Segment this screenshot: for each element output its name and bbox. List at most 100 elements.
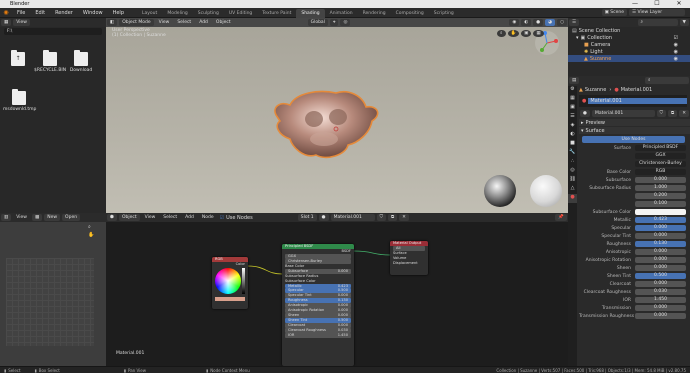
bsdf-input-row[interactable]: GGX <box>285 253 351 259</box>
particles-tab-icon[interactable]: ∴ <box>568 158 577 167</box>
property-field[interactable]: RGB <box>635 168 686 176</box>
outliner-row[interactable]: ■ Camera ◉ <box>568 41 690 48</box>
value-slider[interactable] <box>242 268 245 294</box>
properties-editor-type[interactable]: ▤ <box>569 77 580 84</box>
tab-modeling[interactable]: Modeling <box>162 9 192 18</box>
property-field[interactable]: 0.423 <box>635 216 686 224</box>
property-field[interactable]: 0.200 <box>635 192 686 200</box>
bsdf-input-row[interactable]: Specular Tint 0.000 <box>285 293 351 299</box>
object-mode-dropdown[interactable]: Object Mode <box>119 19 154 26</box>
bsdf-input-row[interactable]: IOR 1.450 <box>285 333 351 338</box>
menu-file[interactable]: File <box>12 8 30 18</box>
eye-icon[interactable]: ◉ <box>674 56 678 62</box>
viewport-canvas[interactable]: User Perspective (1) Collection | Suzann… <box>106 27 568 213</box>
image-browse-icon[interactable]: ▩ <box>31 214 43 221</box>
tab-texture-paint[interactable]: Texture Paint <box>257 9 296 18</box>
maximize-button[interactable]: ☐ <box>646 0 668 8</box>
material-name-field[interactable]: Material.001 <box>591 109 655 117</box>
path-field[interactable]: F:\ <box>4 27 102 35</box>
outliner-row[interactable]: ✺ Light ◉ <box>568 48 690 55</box>
tab-rendering[interactable]: Rendering <box>358 9 391 18</box>
viewport-menu-object[interactable]: Object <box>213 19 234 26</box>
duplicate-icon[interactable]: ⧉ <box>668 109 678 117</box>
view-layer-selector[interactable]: ☰ View Layer <box>629 9 685 16</box>
tab-scripting[interactable]: Scripting <box>429 9 459 18</box>
file-view-menu[interactable]: View <box>13 19 30 26</box>
property-field[interactable]: 0.100 <box>635 200 686 208</box>
property-field[interactable]: 0.000 <box>635 280 686 288</box>
image-zoom-icon[interactable]: ⌕ <box>88 224 91 230</box>
outliner-row[interactable]: ▾ ▣ Collection ☑ <box>568 34 690 41</box>
menu-render[interactable]: Render <box>50 8 78 18</box>
color-swatch[interactable] <box>215 296 245 301</box>
bsdf-input-row[interactable]: Subsurface Color <box>282 279 354 284</box>
property-field[interactable]: 0.000 <box>635 224 686 232</box>
editor-type-button[interactable]: ▦ <box>1 19 12 26</box>
shading-material-icon[interactable]: ◕ <box>545 19 556 26</box>
property-field[interactable]: 1.000 <box>635 184 686 192</box>
minimize-button[interactable]: — <box>624 0 646 8</box>
scene-tab-icon[interactable]: ◈ <box>568 122 577 131</box>
checkbox-icon[interactable]: ☑ <box>674 35 678 41</box>
menu-help[interactable]: Help <box>108 8 129 18</box>
file-item-parent[interactable]: ↑ <box>9 50 27 66</box>
expand-arrow-icon[interactable]: ▾ <box>576 35 579 41</box>
image-editor-type[interactable]: ▥ <box>1 214 12 221</box>
object-tab-icon[interactable]: ■ <box>568 140 577 149</box>
overlays-icon[interactable]: ◐ <box>521 19 532 26</box>
blender-logo-icon[interactable]: ◉ <box>0 9 12 16</box>
image-open-button[interactable]: Open <box>62 214 81 221</box>
tab-layout[interactable]: Layout <box>137 9 162 18</box>
use-nodes-button[interactable]: Use Nodes <box>582 135 685 143</box>
modifier-tab-icon[interactable]: 🔧 <box>568 149 577 158</box>
suzanne-mesh[interactable] <box>266 85 386 165</box>
proportional-edit-icon[interactable]: ◎ <box>340 19 351 26</box>
zoom-icon[interactable]: ⌕ <box>497 30 506 37</box>
shading-solid-icon[interactable]: ● <box>533 19 544 26</box>
bsdf-input-row[interactable]: Christensen-Burley <box>285 258 351 264</box>
property-field[interactable]: 0.130 <box>635 240 686 248</box>
shading-rendered-icon[interactable]: ○ <box>557 19 567 26</box>
tab-sculpting[interactable]: Sculpting <box>193 9 224 18</box>
unlink-icon[interactable]: ✕ <box>679 109 689 117</box>
bsdf-input-row[interactable]: Base Color <box>282 264 354 269</box>
color-wheel[interactable] <box>215 267 241 294</box>
property-field[interactable] <box>635 208 686 216</box>
data-tab-icon[interactable]: △ <box>568 185 577 194</box>
viewport-editor-type[interactable]: ◧ <box>107 19 118 26</box>
file-item-download[interactable]: Download <box>68 50 94 73</box>
outliner-search-icon[interactable]: ⌕ <box>637 19 678 26</box>
scene-selector[interactable]: ▣ Scene <box>601 9 627 16</box>
close-button[interactable]: ✕ <box>668 0 690 8</box>
bsdf-input-row[interactable]: Subsurface 0.000 <box>285 268 351 274</box>
view-layer-tab-icon[interactable]: ☰ <box>568 113 577 122</box>
filter-icon[interactable]: ▼ <box>679 19 689 26</box>
property-field[interactable]: 0.000 <box>635 312 686 320</box>
bsdf-input-row[interactable]: Clearcoat Roughness 0.030 <box>285 328 351 333</box>
visibility-icon[interactable]: ◉ <box>509 19 520 26</box>
material-browse-icon[interactable]: ● <box>580 109 590 117</box>
viewport-menu-select[interactable]: Select <box>174 19 194 26</box>
pan-hand-icon[interactable]: ✋ <box>507 30 520 37</box>
bsdf-input-row[interactable]: Specular 0.500 <box>285 288 351 294</box>
material-slot-list[interactable]: ● Material.001 <box>579 95 687 107</box>
eye-icon[interactable]: ◉ <box>674 42 678 48</box>
bsdf-input-row[interactable]: Clearcoat 0.000 <box>285 323 351 328</box>
menu-edit[interactable]: Edit <box>30 8 50 18</box>
file-item-msdownld[interactable]: msdownld.tmp <box>3 89 36 112</box>
property-field[interactable]: 1.450 <box>635 296 686 304</box>
properties-search-icon[interactable]: ⌕ <box>645 77 689 84</box>
bsdf-input-row[interactable]: Anisotropic 0.000 <box>285 303 351 309</box>
physics-tab-icon[interactable]: ◎ <box>568 167 577 176</box>
viewport-menu-view[interactable]: View <box>156 19 173 26</box>
output-tab-icon[interactable]: ▣ <box>568 104 577 113</box>
camera-view-icon[interactable]: ▣ <box>521 30 532 37</box>
image-editor-canvas[interactable]: ⌕ ✋ <box>0 222 106 366</box>
property-field[interactable]: GGX <box>635 152 686 160</box>
bsdf-input-row[interactable]: Sheen Tint 0.500 <box>285 318 351 323</box>
outliner-row-selected[interactable]: ▲ Suzanne ◉ <box>568 55 690 62</box>
preview-panel[interactable]: ▸ Preview <box>579 119 690 126</box>
principled-bsdf-node[interactable]: Principled BSDF BSDF GGX Christensen-Burl… <box>282 244 354 366</box>
ortho-grid-icon[interactable]: ▦ <box>533 30 544 37</box>
snap-icon[interactable]: ⌖ <box>329 19 339 26</box>
